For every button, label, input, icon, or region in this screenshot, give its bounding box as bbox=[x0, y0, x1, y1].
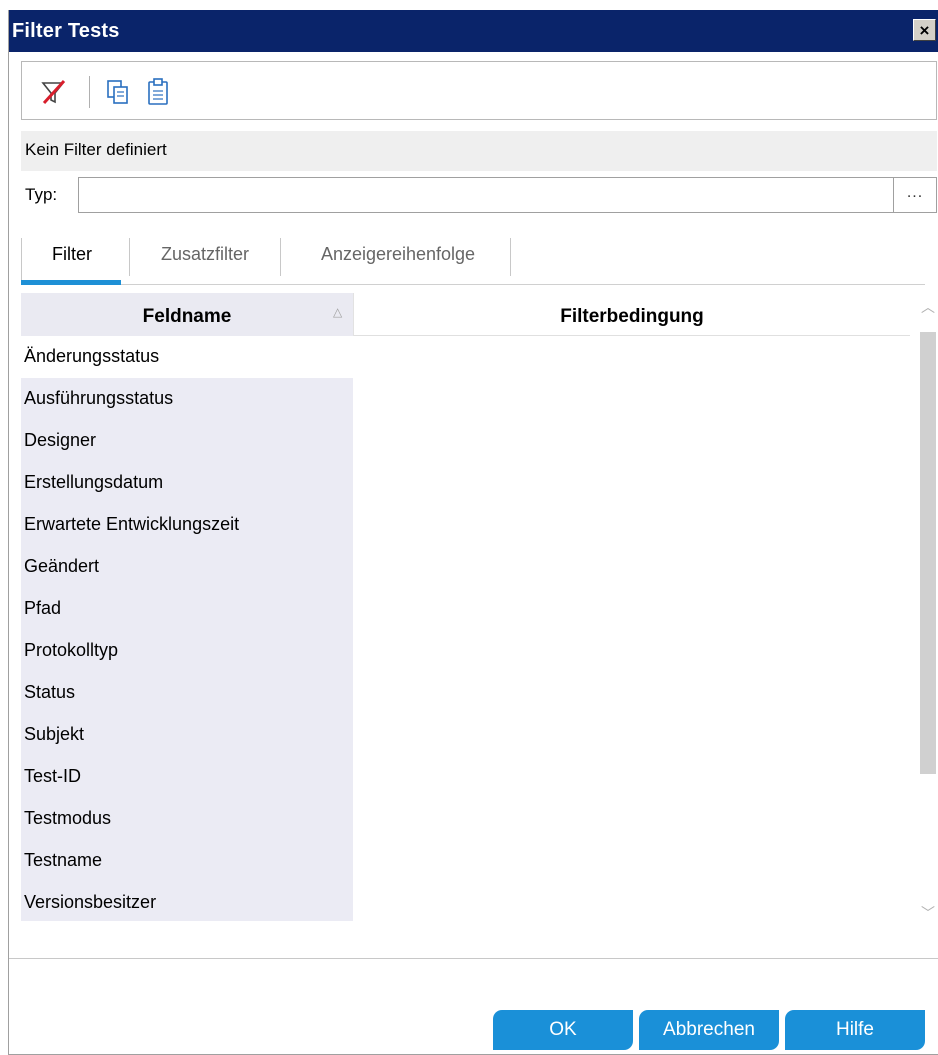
filter-condition-cell[interactable] bbox=[353, 672, 910, 714]
tab-divider bbox=[510, 238, 511, 276]
filter-condition-cell[interactable] bbox=[353, 588, 910, 630]
field-name-cell: Designer bbox=[21, 420, 353, 462]
field-name-cell: Status bbox=[21, 672, 353, 714]
filter-condition-cell[interactable] bbox=[353, 882, 910, 921]
field-name-cell: Testmodus bbox=[21, 798, 353, 840]
field-name-cell: Ausführungsstatus bbox=[21, 378, 353, 420]
tab-divider bbox=[129, 238, 130, 276]
filter-condition-cell[interactable] bbox=[353, 336, 910, 378]
help-button[interactable]: Hilfe bbox=[785, 1010, 925, 1050]
column-header-filterbedingung[interactable]: Filterbedingung bbox=[353, 293, 910, 336]
filter-condition-cell[interactable] bbox=[353, 630, 910, 672]
paste-icon[interactable] bbox=[144, 77, 172, 107]
field-name-cell: Subjekt bbox=[21, 714, 353, 756]
filter-condition-cell[interactable] bbox=[353, 420, 910, 462]
field-name-cell: Änderungsstatus bbox=[21, 336, 353, 378]
field-name-cell: Erwartete Entwicklungszeit bbox=[21, 504, 353, 546]
close-icon: × bbox=[919, 20, 930, 40]
typ-label: Typ: bbox=[25, 185, 58, 204]
typ-browse-button[interactable]: ... bbox=[893, 177, 937, 213]
tab-bar: Filter Zusatzfilter Anzeigereihenfolge bbox=[21, 228, 937, 286]
table-row[interactable]: Subjekt bbox=[21, 714, 910, 756]
table-row[interactable]: Testmodus bbox=[21, 798, 910, 840]
typ-input[interactable] bbox=[78, 177, 893, 213]
field-name-cell: Versionsbesitzer bbox=[21, 882, 353, 921]
ok-button[interactable]: OK bbox=[493, 1010, 633, 1050]
tabs-baseline bbox=[21, 284, 925, 285]
field-name-cell: Geändert bbox=[21, 546, 353, 588]
table-row[interactable]: Testname bbox=[21, 840, 910, 882]
clear-filter-icon[interactable] bbox=[40, 77, 68, 107]
active-tab-indicator bbox=[21, 280, 121, 285]
toolbar-separator bbox=[89, 76, 90, 108]
field-name-cell: Erstellungsdatum bbox=[21, 462, 353, 504]
filter-condition-cell[interactable] bbox=[353, 714, 910, 756]
column-header-label: Feldname bbox=[142, 306, 232, 327]
field-name-cell: Testname bbox=[21, 840, 353, 882]
close-button[interactable]: × bbox=[913, 19, 936, 41]
column-header-label: Filterbedingung bbox=[560, 306, 704, 327]
filter-condition-cell[interactable] bbox=[353, 840, 910, 882]
table-row[interactable]: Designer bbox=[21, 420, 910, 462]
filter-condition-cell[interactable] bbox=[353, 756, 910, 798]
table-row[interactable]: Status bbox=[21, 672, 910, 714]
field-name-cell: Pfad bbox=[21, 588, 353, 630]
filter-condition-cell[interactable] bbox=[353, 504, 910, 546]
table-row[interactable]: Erwartete Entwicklungszeit bbox=[21, 504, 910, 546]
table-row[interactable]: Protokolltyp bbox=[21, 630, 910, 672]
copy-icon[interactable] bbox=[104, 77, 132, 107]
grid-scrollbar[interactable]: ︿ ﹀ bbox=[917, 296, 938, 926]
filter-dialog: Filter Tests × Kein Filter definiert Typ… bbox=[8, 10, 938, 1055]
filter-condition-cell[interactable] bbox=[353, 798, 910, 840]
tab-divider bbox=[280, 238, 281, 276]
title-bar: Filter Tests × bbox=[9, 10, 938, 52]
typ-row: Typ: ... bbox=[21, 175, 937, 213]
scroll-up-icon[interactable]: ︿ bbox=[917, 296, 938, 318]
filter-condition-cell[interactable] bbox=[353, 546, 910, 588]
table-row[interactable]: Pfad bbox=[21, 588, 910, 630]
window-title: Filter Tests bbox=[12, 20, 120, 42]
toolbar bbox=[21, 61, 937, 120]
table-row[interactable]: Ausführungsstatus bbox=[21, 378, 910, 420]
filter-status: Kein Filter definiert bbox=[21, 131, 937, 171]
tab-zusatzfilter[interactable]: Zusatzfilter bbox=[135, 228, 275, 282]
field-name-cell: Protokolltyp bbox=[21, 630, 353, 672]
table-row[interactable]: Test-ID bbox=[21, 756, 910, 798]
tab-divider bbox=[21, 238, 22, 282]
footer-divider bbox=[9, 958, 938, 959]
filter-grid: Feldname △ Filterbedingung Änderungsstat… bbox=[21, 293, 910, 921]
scroll-thumb[interactable] bbox=[920, 332, 936, 774]
tab-filter[interactable]: Filter bbox=[29, 228, 115, 282]
tab-anzeigereihenfolge[interactable]: Anzeigereihenfolge bbox=[287, 228, 509, 282]
table-row[interactable]: Versionsbesitzer bbox=[21, 882, 910, 921]
column-header-feldname[interactable]: Feldname △ bbox=[21, 293, 353, 336]
cancel-button[interactable]: Abbrechen bbox=[639, 1010, 779, 1050]
grid-header: Feldname △ Filterbedingung bbox=[21, 293, 910, 336]
sort-ascending-icon: △ bbox=[333, 305, 343, 319]
scroll-down-icon[interactable]: ﹀ bbox=[917, 902, 938, 924]
filter-condition-cell[interactable] bbox=[353, 462, 910, 504]
table-row[interactable]: Geändert bbox=[21, 546, 910, 588]
field-name-cell: Test-ID bbox=[21, 756, 353, 798]
table-row[interactable]: Änderungsstatus bbox=[21, 336, 910, 378]
filter-condition-cell[interactable] bbox=[353, 378, 910, 420]
table-row[interactable]: Erstellungsdatum bbox=[21, 462, 910, 504]
